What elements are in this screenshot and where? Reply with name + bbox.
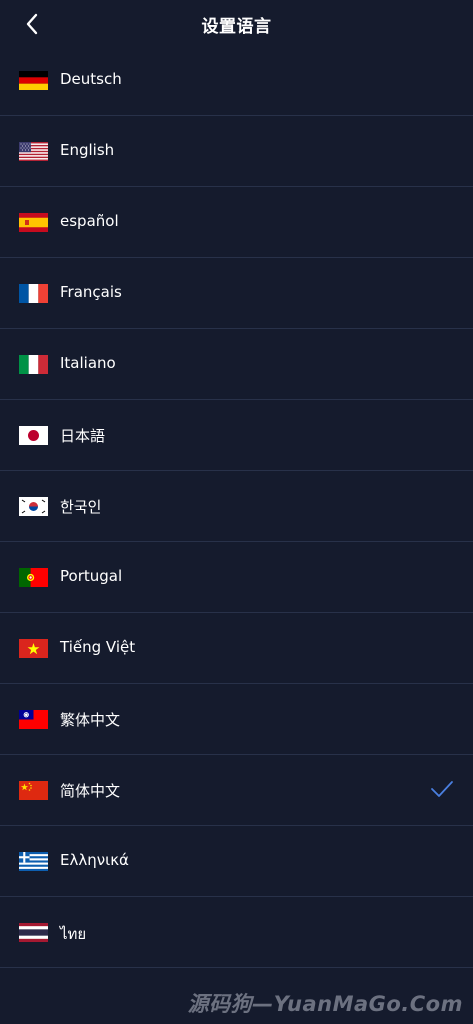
portugal-flag-icon <box>19 568 48 587</box>
language-row-japanese[interactable]: 日本語 <box>0 400 473 471</box>
usa-flag-icon <box>19 142 48 161</box>
language-label: Deutsch <box>60 70 122 88</box>
spain-flag-icon <box>19 213 48 232</box>
watermark-text: 源码狗—YuanMaGo.Com <box>187 992 463 1016</box>
language-label: Italiano <box>60 354 116 372</box>
header-bar: 设置语言 <box>0 0 473 48</box>
language-row-greek[interactable]: Ελληνικά <box>0 826 473 897</box>
language-row-vietnamese[interactable]: Tiếng Việt <box>0 613 473 684</box>
language-row-deutsch[interactable]: Deutsch <box>0 45 473 116</box>
thailand-flag-icon <box>19 923 48 942</box>
italy-flag-icon <box>19 355 48 374</box>
language-row-thai[interactable]: ไทย <box>0 897 473 968</box>
language-label: Tiếng Việt <box>60 638 136 656</box>
language-label: 日本語 <box>60 427 106 445</box>
language-row-portugal[interactable]: Portugal <box>0 542 473 613</box>
language-label: 繁体中文 <box>60 711 121 729</box>
language-label: ไทย <box>60 925 87 943</box>
france-flag-icon <box>19 284 48 303</box>
language-list: Deutsch English español Français Italian… <box>0 45 473 968</box>
language-row-english[interactable]: English <box>0 116 473 187</box>
language-row-simplified-chinese[interactable]: 简体中文 <box>0 755 473 826</box>
south-korea-flag-icon <box>19 497 48 516</box>
language-row-francais[interactable]: Français <box>0 258 473 329</box>
language-row-korean[interactable]: 한국인 <box>0 471 473 542</box>
japan-flag-icon <box>19 426 48 445</box>
greece-flag-icon <box>19 852 48 871</box>
language-label: Français <box>60 283 122 301</box>
language-row-espanol[interactable]: español <box>0 187 473 258</box>
language-label: English <box>60 141 115 159</box>
page-title: 设置语言 <box>201 17 272 37</box>
language-row-traditional-chinese[interactable]: 繁体中文 <box>0 684 473 755</box>
language-label: Portugal <box>60 567 123 585</box>
language-label: español <box>60 212 119 230</box>
language-label: 한국인 <box>60 498 102 516</box>
china-flag-icon <box>19 781 48 800</box>
language-label: Ελληνικά <box>60 851 129 869</box>
language-label: 简体中文 <box>60 782 121 800</box>
language-row-italiano[interactable]: Italiano <box>0 329 473 400</box>
taiwan-flag-icon <box>19 710 48 729</box>
vietnam-flag-icon <box>19 639 48 658</box>
germany-flag-icon <box>19 71 48 90</box>
checkmark-icon <box>431 781 453 797</box>
